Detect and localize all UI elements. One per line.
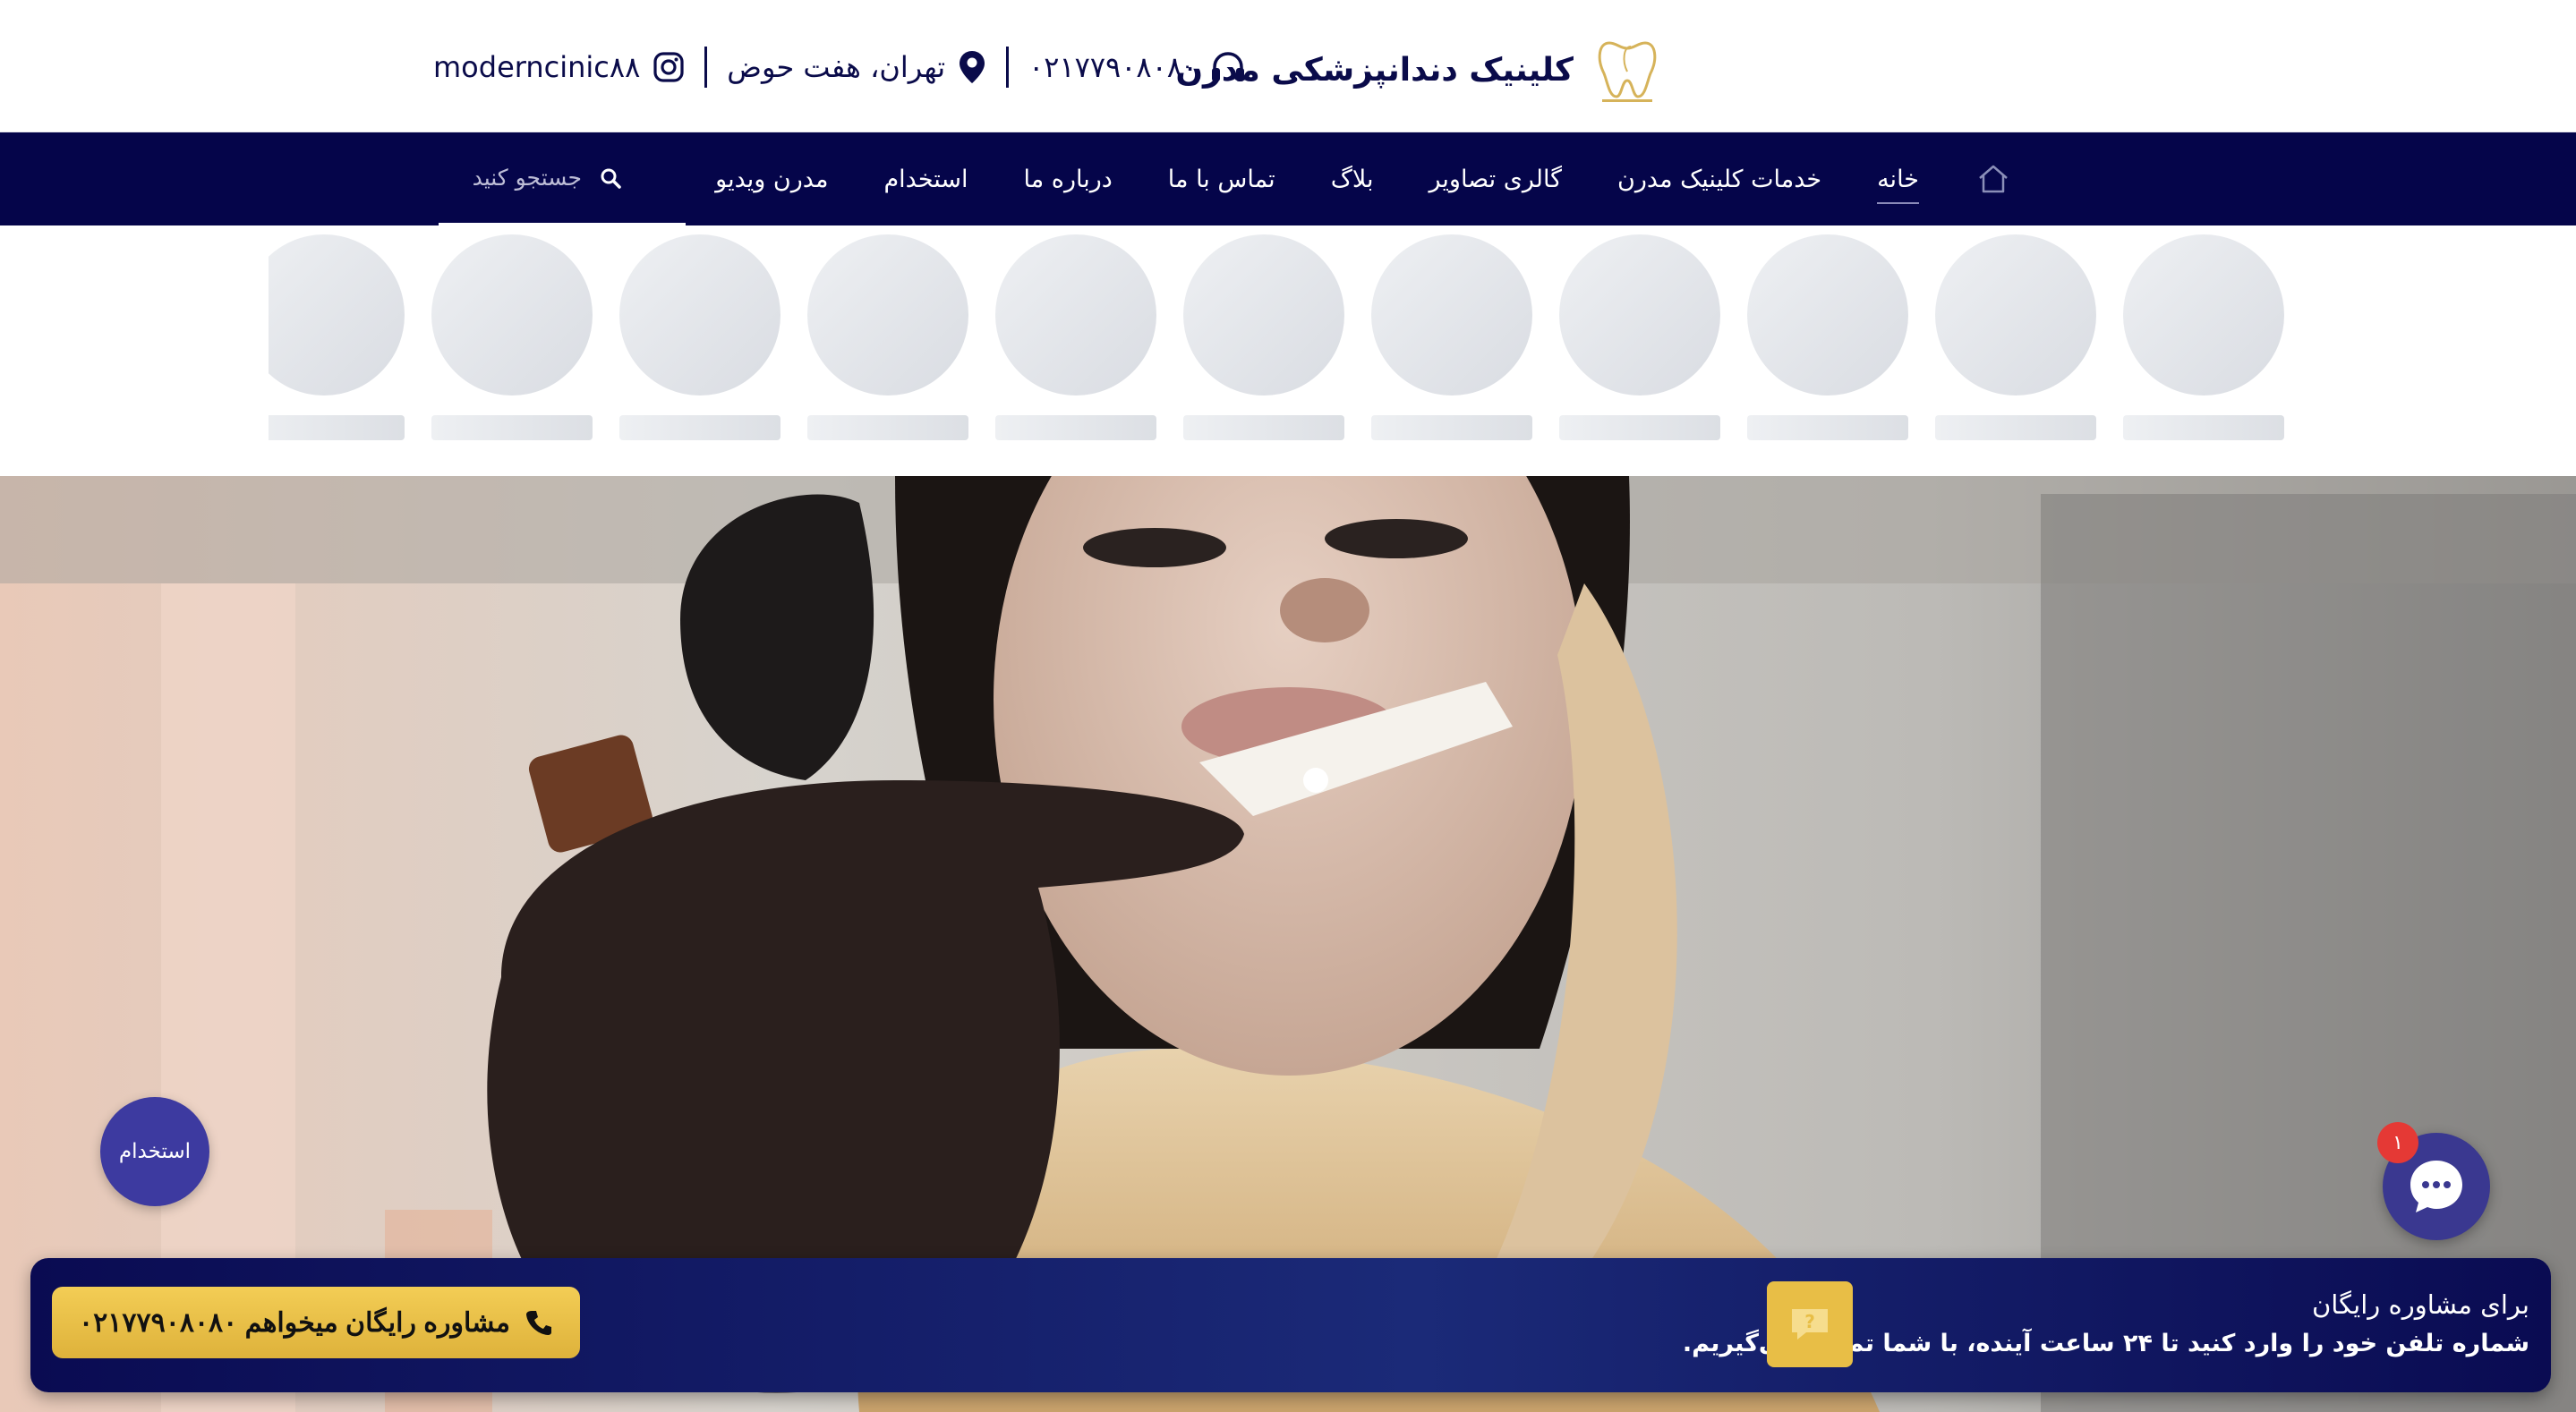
job-floating-button[interactable]: استخدام	[100, 1097, 209, 1206]
story-label-skeleton	[269, 415, 405, 440]
story-label-skeleton	[1559, 415, 1720, 440]
nav-menu: خانه خدمات کلینیک مدرن گالری تصاویر بلاگ…	[715, 132, 2012, 225]
story-label-skeleton	[431, 415, 593, 440]
story-avatar	[431, 234, 593, 396]
story-placeholder[interactable]	[2123, 234, 2284, 440]
story-label-skeleton	[1183, 415, 1344, 440]
search-box	[439, 132, 686, 225]
story-label-skeleton	[807, 415, 968, 440]
job-floating-label: استخدام	[118, 1140, 192, 1163]
phone-link[interactable]: ۰۲۱۷۷۹۰۸۰۸۰	[1028, 50, 1246, 84]
search-icon[interactable]	[600, 167, 621, 189]
story-label-skeleton	[1371, 415, 1532, 440]
story-label-skeleton	[1747, 415, 1908, 440]
story-placeholder[interactable]	[619, 234, 780, 440]
top-header: کلینیک دندانپزشکی مدرن moderncinic۸۸ تهر…	[0, 0, 2576, 132]
story-placeholder[interactable]	[1559, 234, 1720, 440]
story-avatar	[807, 234, 968, 396]
story-placeholder[interactable]	[1747, 234, 1908, 440]
nav-item-video[interactable]: مدرن ویدیو	[715, 166, 828, 193]
story-placeholder[interactable]	[1371, 234, 1532, 440]
story-label-skeleton	[1935, 415, 2096, 440]
phone-icon	[525, 1311, 551, 1335]
story-placeholder[interactable]	[1183, 234, 1344, 440]
story-avatar	[995, 234, 1156, 396]
story-avatar	[2123, 234, 2284, 396]
story-avatar	[1559, 234, 1720, 396]
nav-item-gallery[interactable]: گالری تصاویر	[1429, 166, 1563, 193]
nav-item-about[interactable]: درباره ما	[1024, 166, 1113, 193]
question-chat-icon: ?	[1767, 1281, 1853, 1367]
contact-info: moderncinic۸۸ تهران، هفت حوض ۰۲۱۷۷۹۰۸۰۸۰	[433, 36, 1246, 98]
search-input[interactable]	[439, 165, 582, 191]
consult-bar: برای مشاوره رایگان شماره تلفن خود را وار…	[30, 1258, 2551, 1392]
main-navbar: خانه خدمات کلینیک مدرن گالری تصاویر بلاگ…	[0, 132, 2576, 225]
story-label-skeleton	[619, 415, 780, 440]
free-consultation-label: مشاوره رایگان میخواهم ۰۲۱۷۷۹۰۸۰۸۰	[79, 1307, 510, 1338]
nav-item-jobs[interactable]: استخدام	[883, 166, 968, 193]
phone-number: ۰۲۱۷۷۹۰۸۰۸۰	[1028, 50, 1198, 84]
instagram-handle: moderncinic۸۸	[433, 50, 641, 84]
story-placeholder[interactable]	[269, 234, 405, 440]
brand[interactable]: کلینیک دندانپزشکی مدرن	[1175, 34, 1681, 106]
story-placeholder[interactable]	[995, 234, 1156, 440]
story-avatar	[1183, 234, 1344, 396]
story-placeholder[interactable]	[431, 234, 593, 440]
story-placeholder[interactable]	[1935, 234, 2096, 440]
home-icon[interactable]	[1975, 160, 2012, 198]
nav-item-blog[interactable]: بلاگ	[1331, 166, 1374, 193]
location-pin-icon	[960, 51, 985, 83]
chat-icon	[2410, 1161, 2462, 1212]
free-consultation-button[interactable]: مشاوره رایگان میخواهم ۰۲۱۷۷۹۰۸۰۸۰	[52, 1287, 580, 1358]
story-avatar	[1935, 234, 2096, 396]
stories-row	[269, 225, 2309, 476]
divider	[1006, 47, 1010, 88]
story-avatar	[1371, 234, 1532, 396]
story-placeholder[interactable]	[807, 234, 968, 440]
instagram-link[interactable]: moderncinic۸۸	[433, 50, 685, 84]
address-text: تهران، هفت حوض	[727, 50, 946, 84]
nav-item-home[interactable]: خانه	[1877, 166, 1919, 204]
address: تهران، هفت حوض	[727, 49, 986, 85]
instagram-icon	[653, 52, 684, 82]
headset-icon	[1212, 52, 1245, 81]
story-avatar	[1747, 234, 1908, 396]
divider	[704, 47, 708, 88]
story-avatar	[619, 234, 780, 396]
story-label-skeleton	[995, 415, 1156, 440]
chat-notification-badge: ۱	[2377, 1122, 2418, 1163]
story-label-skeleton	[2123, 415, 2284, 440]
svg-text:?: ?	[1804, 1311, 1815, 1332]
story-avatar	[269, 234, 405, 396]
nav-item-contact[interactable]: تماس با ما	[1168, 166, 1275, 193]
tooth-logo-icon	[1598, 41, 1657, 102]
nav-item-services[interactable]: خدمات کلینیک مدرن	[1617, 166, 1821, 193]
